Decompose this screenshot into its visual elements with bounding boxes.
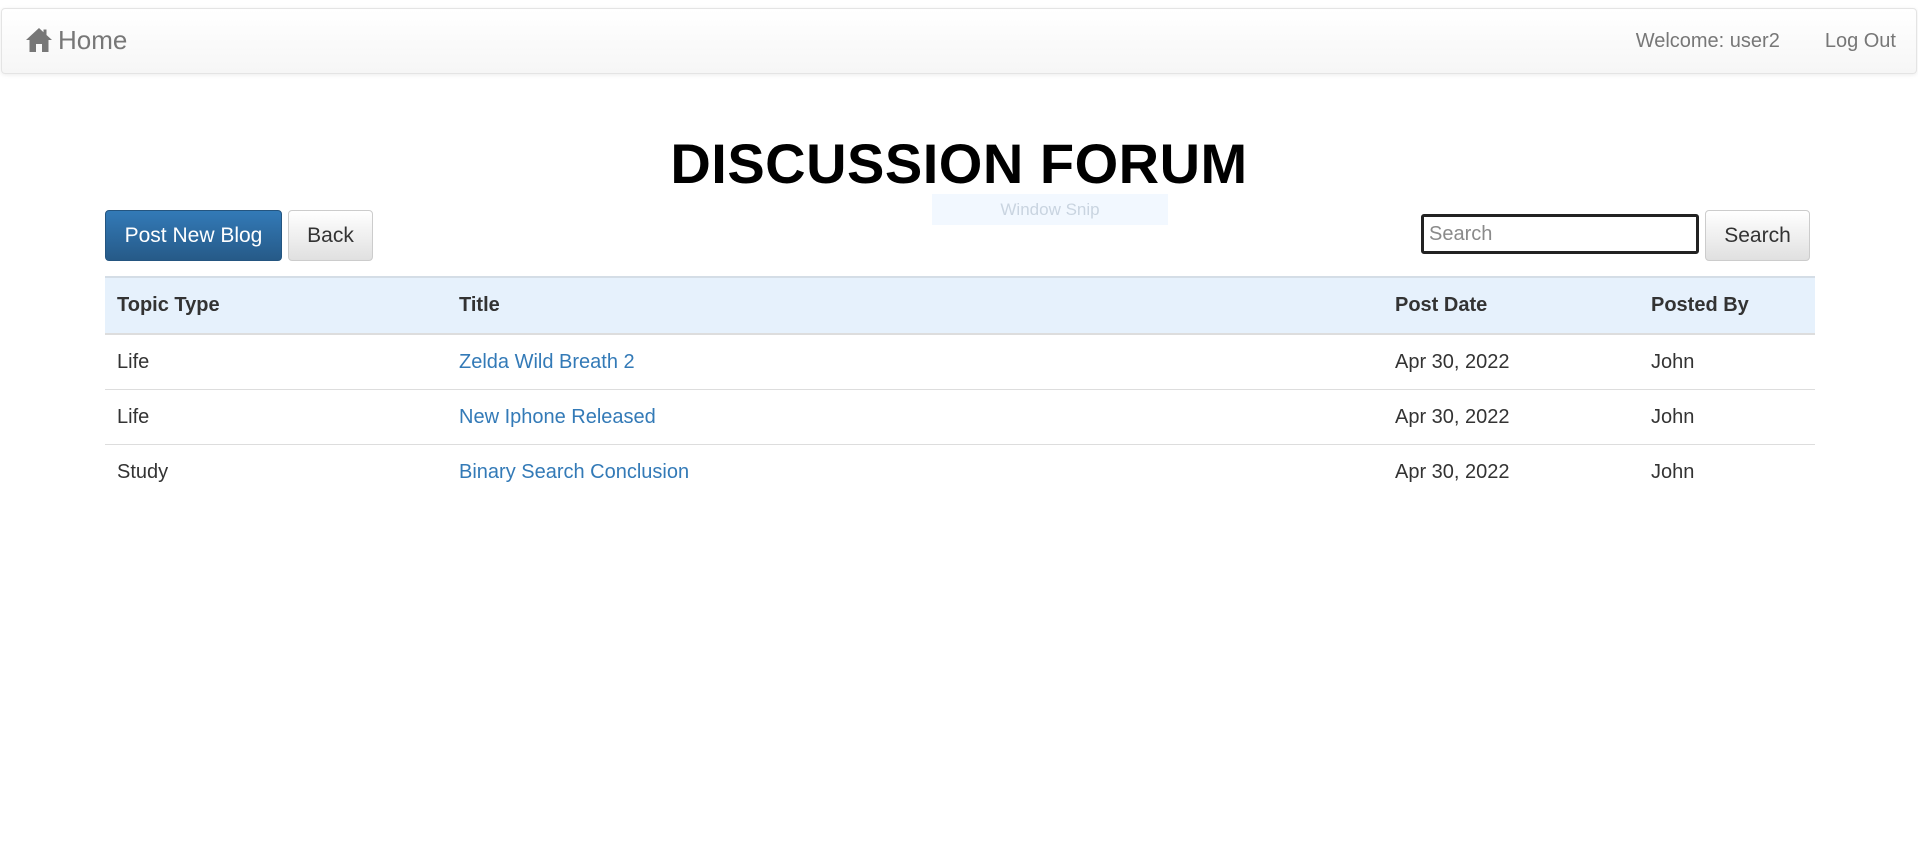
table-row: Life Zelda Wild Breath 2 Apr 30, 2022 Jo… (105, 334, 1815, 390)
welcome-text: Welcome: user2 (1635, 29, 1780, 52)
cell-post-date: Apr 30, 2022 (1383, 334, 1639, 390)
home-icon (26, 28, 52, 52)
post-new-blog-button[interactable]: Post New Blog (105, 210, 282, 261)
post-title-link[interactable]: Zelda Wild Breath 2 (459, 351, 635, 373)
post-title-link[interactable]: New Iphone Released (459, 406, 656, 428)
cell-posted-by: John (1639, 389, 1815, 445)
header-posted-by: Posted By (1639, 276, 1815, 335)
home-link[interactable]: Home (25, 20, 127, 60)
header-post-date: Post Date (1383, 276, 1639, 335)
cell-post-date: Apr 30, 2022 (1383, 389, 1639, 445)
table-row: Life New Iphone Released Apr 30, 2022 Jo… (105, 389, 1815, 445)
header-topic-type: Topic Type (105, 276, 447, 335)
search-button[interactable]: Search (1705, 210, 1810, 261)
post-title-link[interactable]: Binary Search Conclusion (459, 461, 689, 483)
top-navbar: Home Welcome: user2 Log Out (1, 8, 1917, 74)
cell-topic-type: Study (117, 460, 169, 483)
header-title: Title (447, 276, 1383, 335)
navbar-right: Welcome: user2 Log Out (1636, 9, 1916, 73)
cell-title: Zelda Wild Breath 2 (447, 334, 1383, 390)
window-snip-overlay: Window Snip (932, 194, 1168, 225)
table-header-row: Topic Type Title Post Date Posted By (105, 276, 1815, 335)
logout-link[interactable]: Log Out (1825, 30, 1896, 53)
cell-title: Binary Search Conclusion (447, 445, 1383, 500)
home-link-label: Home (58, 24, 128, 55)
cell-post-date: Apr 30, 2022 (1395, 460, 1510, 483)
back-button[interactable]: Back (288, 210, 373, 261)
forum-table: Topic Type Title Post Date Posted By Lif… (105, 276, 1815, 499)
cell-title: New Iphone Released (447, 389, 1383, 445)
page-title: DISCUSSION FORUM (670, 132, 1248, 195)
cell-posted-by: John (1651, 460, 1695, 483)
cell-posted-by: John (1639, 334, 1815, 390)
search-input[interactable] (1421, 214, 1699, 254)
cell-topic-type: Life (105, 334, 447, 390)
cell-topic-type: Life (105, 389, 447, 445)
table-row: Study Binary Search Conclusion Apr 30, 2… (105, 445, 1815, 500)
